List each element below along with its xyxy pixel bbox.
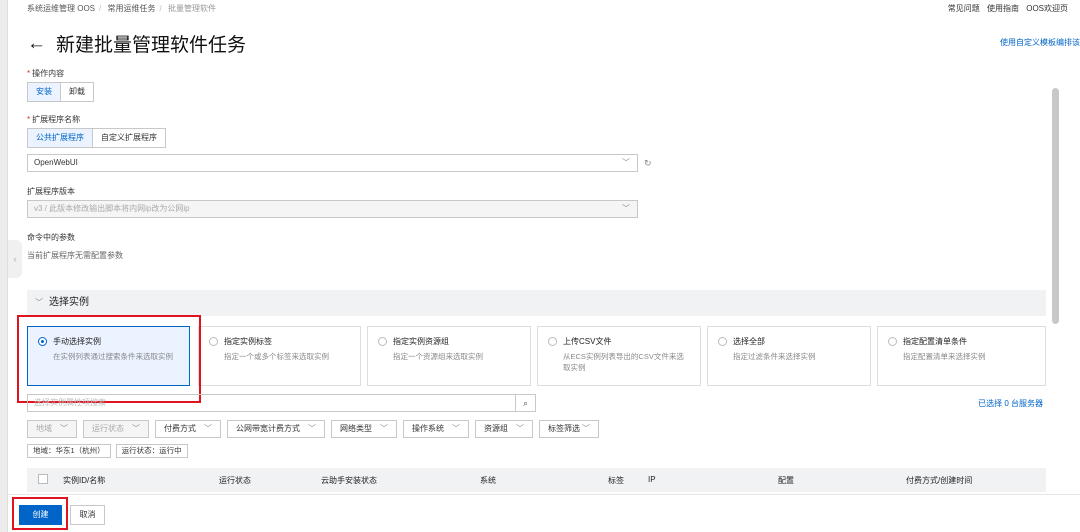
chevron-down-icon: ﹀ <box>622 158 630 167</box>
col-config: 配置 <box>778 476 794 485</box>
footer-bar <box>8 494 1080 532</box>
col-system: 系统 <box>480 476 496 485</box>
filter-region[interactable]: 地域 ﹀ <box>27 420 77 438</box>
card-config-inventory[interactable]: 指定配置清单条件 指定配置清单来选择实例 <box>877 326 1046 386</box>
card-select-all[interactable]: 选择全部 指定过滤条件来选择实例 <box>707 326 871 386</box>
filter-billing[interactable]: 付费方式 ﹀ <box>155 420 221 438</box>
card-by-tag[interactable]: 指定实例标签 指定一个或多个标签来选取实例 <box>198 326 361 386</box>
page-title: 新建批量管理软件任务 <box>56 35 247 56</box>
breadcrumb-item-current: 批量管理软件 <box>167 4 216 13</box>
scrollbar-thumb[interactable] <box>1052 88 1059 324</box>
col-tags: 标签 <box>608 476 624 485</box>
version-select: v3 / 此版本修改输出脚本将内网ip改为公网ip ﹀ <box>27 200 638 218</box>
filter-status[interactable]: 运行状态 ﹀ <box>83 420 149 438</box>
back-arrow-icon[interactable]: ← <box>27 33 46 55</box>
highlight-box-manual-select <box>17 315 201 403</box>
card-upload-csv[interactable]: 上传CSV文件 从ECS实例列表导出的CSV文件来选取实例 <box>537 326 701 386</box>
vertical-scrollbar[interactable] <box>1051 60 1061 490</box>
radio-icon <box>209 337 218 346</box>
breadcrumb: 系统运维管理 OOS / 常用运维任务 / 批量管理软件 <box>27 4 216 13</box>
params-hint: 当前扩展程序无需配置参数 <box>27 251 123 260</box>
refresh-icon[interactable]: ↻ <box>644 158 652 169</box>
radio-icon <box>378 337 387 346</box>
operation-group: 安装 卸载 <box>27 82 94 102</box>
params-label: 命令中的参数 <box>27 233 75 242</box>
page-title-row: ← 新建批量管理软件任务 <box>27 30 246 57</box>
custom-template-link[interactable]: 使用自定义模板编排该 <box>1000 37 1080 48</box>
breadcrumb-item-oos[interactable]: 系统运维管理 OOS <box>27 4 95 13</box>
extension-select[interactable]: OpenWebUI ﹀ <box>27 154 638 172</box>
instance-section-header[interactable]: ﹀ 选择实例 <box>27 290 1046 316</box>
link-welcome[interactable]: OOS欢迎页 <box>1026 4 1068 13</box>
top-links: 常见问题 使用指南 OOS欢迎页 <box>943 3 1068 14</box>
left-edge-bar <box>0 0 8 532</box>
cancel-button[interactable]: 取消 <box>70 505 105 525</box>
filter-bandwidth-billing[interactable]: 公网带宽计费方式 ﹀ <box>227 420 325 438</box>
chevron-left-icon: ‹ <box>13 254 17 264</box>
chevron-down-icon: ﹀ <box>35 298 43 307</box>
filter-bar: 地域 ﹀ 运行状态 ﹀ 付费方式 ﹀ 公网带宽计费方式 ﹀ 网络类型 ﹀ 操作系统 ﹀ 资源… <box>27 420 605 438</box>
card-by-resource-group[interactable]: 指定实例资源组 指定一个资源组来选取实例 <box>367 326 531 386</box>
selected-count[interactable]: 已选择 0 台服务器 <box>978 398 1043 409</box>
tab-custom-extension[interactable]: 自定义扩展程序 <box>92 129 165 147</box>
chevron-down-icon: ﹀ <box>622 204 630 213</box>
filter-tags[interactable]: 标签筛选 ﹀ <box>539 420 599 438</box>
tag-status[interactable]: 运行状态：运行中 <box>115 444 188 458</box>
col-agent-status: 云助手安装状态 <box>321 476 377 485</box>
filter-network-type[interactable]: 网络类型 ﹀ <box>331 420 397 438</box>
radio-icon <box>548 337 557 346</box>
col-ip: IP <box>648 475 656 484</box>
collapse-handle[interactable]: ‹ <box>8 240 22 278</box>
filter-os[interactable]: 操作系统 ﹀ <box>403 420 469 438</box>
tag-region[interactable]: 地域：华东1（杭州） <box>27 444 111 458</box>
filter-resource-group[interactable]: 资源组 ﹀ <box>475 420 533 438</box>
instance-table-header: 实例ID/名称 运行状态 云助手安装状态 系统 标签 IP 配置 付费方式/创建… <box>27 468 1046 492</box>
operation-install-button[interactable]: 安装 <box>28 83 60 101</box>
breadcrumb-item-tasks[interactable]: 常用运维任务 <box>107 4 155 13</box>
extension-label: * 扩展程序名称 <box>27 115 81 124</box>
active-filter-tags: 地域：华东1（杭州） 运行状态：运行中 <box>27 444 193 458</box>
highlight-box-create <box>12 497 68 530</box>
operation-label: * 操作内容 <box>27 69 65 78</box>
version-label: 扩展程序版本 <box>27 187 75 196</box>
extension-tabs: 公共扩展程序 自定义扩展程序 <box>27 128 166 148</box>
col-billing-created: 付费方式/创建时间 <box>906 476 973 485</box>
tab-public-extension[interactable]: 公共扩展程序 <box>28 129 92 147</box>
operation-uninstall-button[interactable]: 卸载 <box>60 83 93 101</box>
search-icon[interactable]: ⌕ <box>516 394 536 412</box>
select-all-checkbox[interactable] <box>38 474 48 484</box>
radio-icon <box>718 337 727 346</box>
col-status: 运行状态 <box>219 476 251 485</box>
radio-icon <box>888 337 897 346</box>
col-instance-id: 实例ID/名称 <box>63 476 106 485</box>
link-guide[interactable]: 使用指南 <box>987 4 1019 13</box>
instance-search-input[interactable]: 选择实例属性项搜索 <box>27 394 516 412</box>
link-faq[interactable]: 常见问题 <box>948 4 980 13</box>
